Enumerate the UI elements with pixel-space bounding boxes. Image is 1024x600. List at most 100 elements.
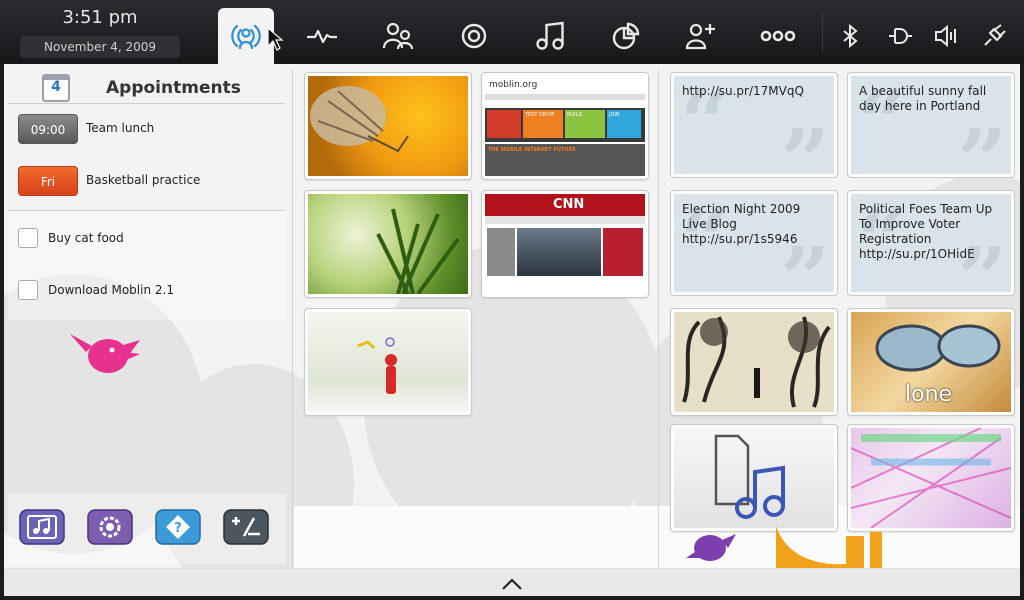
social-text: http://su.pr/17MVqQ: [682, 84, 804, 98]
task-checkbox[interactable]: [18, 280, 38, 300]
social-text: A beautiful sunny fall day here in Portl…: [859, 84, 987, 113]
web-thumbnail[interactable]: moblin.org TEST DRIVE BUILD JOIN THE MOB…: [481, 72, 649, 180]
myzone-panel: 4 Appointments 09:00 Team lunch Fri Bask…: [4, 64, 1020, 596]
toolbar-separator: [822, 12, 823, 52]
appointment-item[interactable]: Fri Basketball practice: [18, 166, 278, 198]
close-quote-icon: ”: [957, 111, 1007, 175]
status-icon: [307, 29, 337, 44]
appointment-day-badge: Fri: [18, 166, 78, 196]
social-item[interactable]: “ ” A beautiful sunny fall day here in P…: [847, 72, 1015, 178]
task-label: Buy cat food: [48, 231, 124, 245]
bird-decoration-icon: [70, 334, 140, 373]
calculator-icon: [223, 509, 269, 545]
applications-icon: [19, 509, 65, 545]
task-item[interactable]: Buy cat food: [18, 228, 278, 252]
audio-file-icon: [714, 434, 785, 519]
social-item[interactable]: “ ” Election Night 2009 Live Blog http:/…: [670, 190, 838, 296]
moblin-body: THE MOBILE INTERNET FUTURE: [485, 144, 645, 176]
lone-caption: lone: [905, 382, 953, 407]
audio-file-thumbnail: [674, 428, 834, 528]
settings-icon: [87, 509, 133, 545]
dock-settings-button[interactable]: [86, 508, 134, 545]
bird-decoration-icon: [686, 534, 736, 561]
cnn-header: CNN: [485, 194, 645, 216]
people-button[interactable]: [370, 10, 426, 62]
moblin-headline: THE MOBILE INTERNET FUTURE: [488, 147, 576, 153]
internet-button[interactable]: [446, 10, 502, 62]
left-column: 4 Appointments 09:00 Team lunch Fri Bask…: [4, 64, 292, 568]
divider: [8, 210, 284, 211]
dock-help-button[interactable]: ?: [154, 508, 202, 545]
figure-image: [308, 312, 468, 412]
ecstatic-artwork-image: [851, 428, 1011, 528]
media-thumbnail[interactable]: [847, 424, 1015, 532]
appointment-time-badge: 09:00: [18, 114, 78, 144]
web-thumbnail[interactable]: [304, 190, 472, 298]
internet-icon: [461, 23, 487, 49]
moblin-site-title: moblin.org: [489, 80, 538, 90]
clock-time: 3:51 pm: [62, 7, 138, 28]
bluetooth-icon: [843, 23, 858, 49]
zones-button[interactable]: [750, 10, 806, 62]
appointment-label: Basketball practice: [86, 173, 201, 187]
web-thumbnail[interactable]: CNN: [481, 190, 649, 298]
media-thumbnail[interactable]: lone: [847, 308, 1015, 416]
appointment-item[interactable]: 09:00 Team lunch: [18, 114, 278, 146]
status-button[interactable]: [294, 10, 350, 62]
help-icon: ?: [155, 509, 201, 545]
plant-image: [308, 194, 468, 294]
close-quote-icon: ”: [780, 111, 830, 175]
zones-icon: [760, 30, 796, 42]
moblin-site-preview: moblin.org TEST DRIVE BUILD JOIN THE MOB…: [485, 76, 645, 176]
pasteboard-button[interactable]: [598, 10, 654, 62]
social-item[interactable]: “ ” Political Foes Team Up To Improve Vo…: [847, 190, 1015, 296]
moblin-tile: JOIN: [607, 110, 641, 138]
moblin-tile: BUILD: [565, 110, 605, 138]
pasteboard-icon: [612, 22, 640, 50]
network-button[interactable]: [874, 10, 926, 62]
ink-drawing-image: [674, 312, 834, 412]
open-quote-icon: “: [680, 76, 730, 174]
social-text: Election Night 2009 Live Blog http://su.…: [682, 202, 801, 246]
power-button[interactable]: [968, 10, 1020, 62]
volume-button[interactable]: [920, 10, 972, 62]
butterfly-image: [308, 76, 468, 176]
clock: 3:51 pm November 4, 2009: [10, 6, 190, 58]
myzone-icon: [231, 24, 261, 50]
media-icon: [536, 21, 564, 50]
column-divider: [658, 70, 659, 568]
cnn-logo: CNN: [553, 197, 585, 212]
appointment-label: Team lunch: [86, 121, 155, 135]
appointments-header: 4 Appointments: [8, 70, 284, 104]
power-icon: [984, 24, 1006, 46]
cnn-site-preview: CNN: [485, 194, 645, 294]
media-thumbnail[interactable]: [670, 308, 838, 416]
decoration-shape: [776, 526, 882, 568]
task-checkbox[interactable]: [18, 228, 38, 248]
social-item[interactable]: “ ” http://su.pr/17MVqQ: [670, 72, 838, 178]
volume-icon: [935, 24, 956, 48]
top-toolbar: 3:51 pm November 4, 2009: [0, 0, 1024, 64]
calendar-icon: 4: [42, 74, 70, 102]
task-label: Download Moblin 2.1: [48, 283, 174, 297]
dock-applications-button[interactable]: [18, 508, 66, 545]
web-thumbnail[interactable]: [304, 72, 472, 180]
media-button[interactable]: [522, 10, 578, 62]
dock-calculator-button[interactable]: [222, 508, 270, 545]
close-quote-icon: ”: [780, 229, 830, 293]
bluetooth-button[interactable]: [824, 10, 876, 62]
chevron-up-icon[interactable]: [500, 577, 524, 591]
applications-icon: [685, 23, 715, 50]
bottom-bar: [4, 568, 1020, 596]
task-item[interactable]: Download Moblin 2.1: [18, 280, 278, 304]
network-icon: [889, 28, 912, 44]
appointments-title: Appointments: [106, 78, 241, 98]
web-thumbnail[interactable]: [304, 308, 472, 416]
moblin-tile: TEST DRIVE: [523, 110, 563, 138]
people-icon: [382, 22, 414, 50]
applications-button[interactable]: [674, 10, 730, 62]
column-divider: [292, 70, 293, 568]
clock-date: November 4, 2009: [20, 36, 180, 58]
moblin-nav: [485, 94, 645, 100]
media-thumbnail[interactable]: [670, 424, 838, 532]
